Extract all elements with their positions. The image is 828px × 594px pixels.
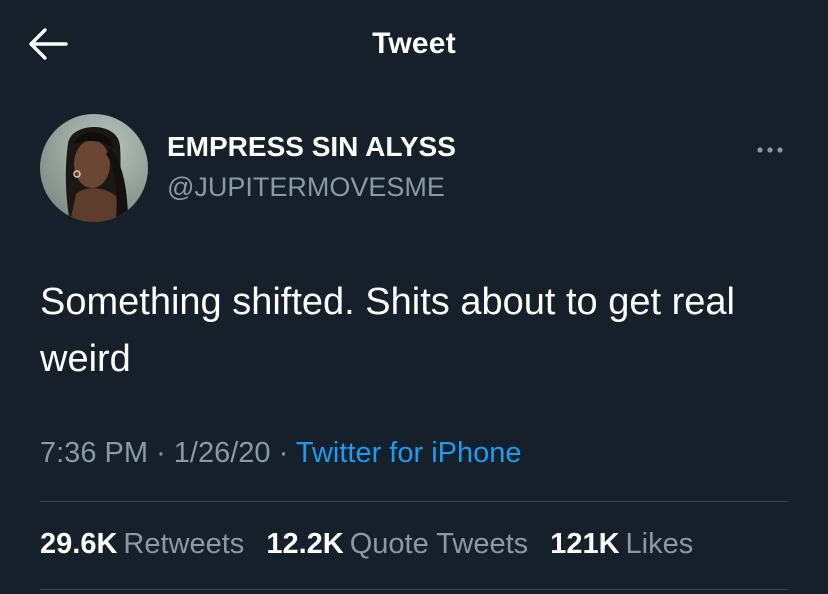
quote-tweets-stat[interactable]: 12.2K Quote Tweets (266, 528, 528, 561)
quote-tweets-count: 12.2K (266, 528, 344, 560)
tweet-date: 1/26/20 (173, 437, 271, 469)
tweet-detail-screen: Tweet EMPRESS SIN ALYSS @JUPITERMOVESME (0, 0, 828, 594)
tweet-text: Something shifted. Shits about to get re… (40, 281, 735, 380)
author-handle[interactable]: @JUPITERMOVESME (167, 172, 445, 203)
divider (40, 589, 788, 590)
tweet-metadata: 7:36 PM · 1/26/20 · Twitter for iPhone (40, 437, 522, 470)
likes-label: Likes (625, 528, 694, 560)
meta-separator: · (156, 437, 166, 469)
likes-count: 121K (550, 528, 620, 560)
retweets-count: 29.6K (40, 528, 118, 560)
quote-tweets-label: Quote Tweets (349, 528, 529, 560)
profile-photo (40, 114, 148, 222)
top-bar: Tweet (0, 0, 828, 90)
tweet-time: 7:36 PM (40, 437, 148, 469)
divider (40, 501, 788, 502)
avatar[interactable] (40, 114, 148, 222)
more-horizontal-icon (757, 147, 783, 153)
tweet-source-link[interactable]: Twitter for iPhone (296, 437, 522, 469)
meta-separator: · (278, 437, 289, 469)
author-display-name[interactable]: EMPRESS SIN ALYSS (167, 131, 456, 163)
engagement-stats: 29.6K Retweets 12.2K Quote Tweets 121K Like… (40, 528, 707, 561)
more-button[interactable] (750, 140, 790, 160)
retweets-stat[interactable]: 29.6K Retweets (40, 528, 244, 561)
likes-stat[interactable]: 121K Likes (550, 528, 693, 561)
retweets-label: Retweets (123, 528, 245, 560)
page-title: Tweet (372, 27, 456, 60)
